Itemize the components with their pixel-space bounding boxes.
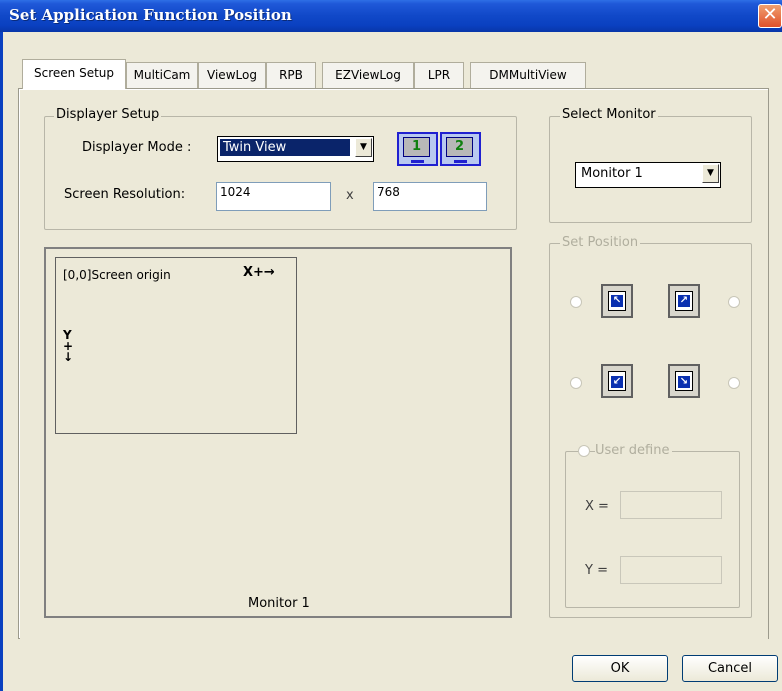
position-top-right-button[interactable]: ↗	[668, 284, 700, 318]
window-border	[0, 32, 3, 691]
tab-screen-setup[interactable]: Screen Setup	[22, 59, 126, 89]
position-frame: ↗	[675, 291, 693, 311]
position-bottom-left-button[interactable]: ↙	[601, 364, 633, 398]
position-bottom-right-button[interactable]: ↘	[668, 364, 700, 398]
monitor-2-button[interactable]: 2	[440, 132, 481, 166]
select-monitor-title: Select Monitor	[560, 107, 658, 122]
tab-ezviewlog[interactable]: EZViewLog	[322, 62, 414, 88]
arrow-up-left-icon: ↖	[611, 295, 623, 307]
dialog-window: Set Application Function Position ✕ Scre…	[0, 0, 782, 691]
user-define-radio[interactable]	[578, 445, 590, 457]
tab-lpr[interactable]: LPR	[414, 62, 464, 88]
user-define-group	[565, 451, 740, 608]
arrow-down-right-icon: ↘	[678, 376, 690, 388]
screen-resolution-label: Screen Resolution:	[64, 187, 186, 202]
monitor-stand-icon	[411, 160, 424, 163]
monitor-1-icon: 1	[403, 137, 430, 157]
ok-button[interactable]: OK	[572, 655, 668, 682]
close-icon[interactable]: ✕	[758, 4, 782, 28]
chevron-down-icon[interactable]: ▼	[355, 138, 372, 157]
tab-rpb[interactable]: RPB	[266, 62, 316, 88]
screen-origin-label: [0,0]Screen origin	[63, 268, 171, 282]
resolution-width-input[interactable]: 1024	[216, 182, 331, 211]
x-label: X =	[585, 499, 609, 514]
monitor-select-value: Monitor 1	[581, 166, 643, 181]
chevron-down-icon[interactable]: ▼	[702, 164, 719, 183]
position-top-left-radio[interactable]	[570, 296, 582, 308]
user-define-label: User define	[595, 443, 673, 458]
window-title: Set Application Function Position	[9, 6, 292, 24]
displayer-mode-value: Twin View	[220, 139, 350, 156]
monitor-select[interactable]: Monitor 1 ▼	[575, 162, 721, 188]
x-axis-icon: X+→	[243, 265, 275, 280]
position-top-right-radio[interactable]	[728, 296, 740, 308]
position-bottom-right-radio[interactable]	[728, 377, 740, 389]
displayer-setup-title: Displayer Setup	[54, 107, 162, 122]
cancel-button[interactable]: Cancel	[682, 655, 778, 682]
y-axis-icon: Y+↓	[63, 328, 74, 364]
preview-monitor-label: Monitor 1	[248, 596, 310, 611]
monitor-1-button[interactable]: 1	[397, 132, 438, 166]
displayer-mode-select[interactable]: Twin View ▼	[217, 136, 374, 162]
position-frame: ↙	[608, 371, 626, 391]
arrow-up-right-icon: ↗	[678, 295, 690, 307]
tab-multicam[interactable]: MultiCam	[126, 62, 198, 88]
x-input[interactable]	[620, 491, 722, 519]
set-position-title: Set Position	[560, 235, 641, 250]
displayer-mode-label: Displayer Mode :	[82, 140, 192, 155]
y-input[interactable]	[620, 556, 722, 584]
tab-viewlog[interactable]: ViewLog	[198, 62, 266, 88]
monitor-stand-icon	[454, 160, 467, 163]
y-label: Y =	[585, 563, 608, 578]
tab-dmmultiview[interactable]: DMMultiView	[470, 62, 586, 88]
resolution-height-input[interactable]: 768	[373, 182, 487, 211]
screen-preview-monitor[interactable]: [0,0]Screen origin X+→ Y+↓	[55, 257, 297, 434]
position-frame: ↖	[608, 291, 626, 311]
position-bottom-left-radio[interactable]	[570, 377, 582, 389]
title-bar[interactable]: Set Application Function Position ✕	[0, 0, 782, 32]
position-top-left-button[interactable]: ↖	[601, 284, 633, 318]
position-frame: ↘	[675, 371, 693, 391]
resolution-separator: x	[346, 188, 354, 203]
arrow-down-left-icon: ↙	[611, 376, 623, 388]
monitor-2-icon: 2	[446, 137, 473, 157]
